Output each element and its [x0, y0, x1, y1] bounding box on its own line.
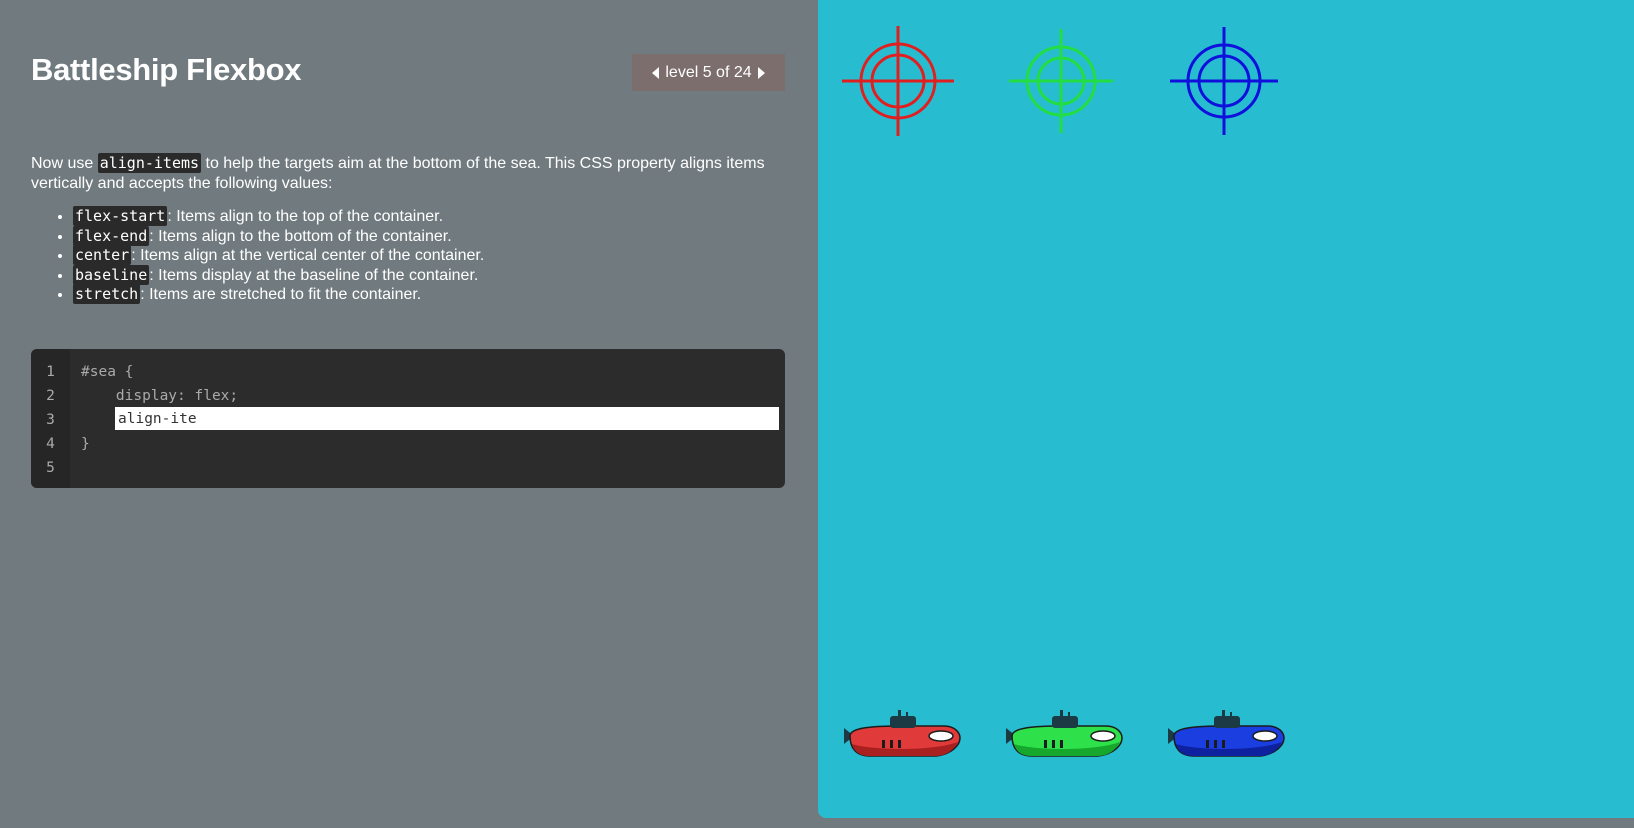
line-number-gutter: 1 2 3 4 5	[31, 349, 70, 488]
blue-submarine-icon	[1168, 710, 1285, 757]
instructions-text: Now use align-items to help the targets …	[31, 153, 791, 305]
blue-target-crosshair-icon	[1170, 27, 1278, 135]
list-item: center: Items align at the vertical cent…	[73, 245, 791, 266]
css-editor: 1 2 3 4 5 #sea { display: flex; }	[31, 349, 785, 488]
level-navigator: level 5 of 24	[632, 54, 785, 91]
css-code-input[interactable]	[115, 407, 779, 430]
line-number: 4	[46, 436, 55, 452]
line-number: 3	[46, 412, 55, 428]
list-item: flex-end: Items align to the bottom of t…	[73, 225, 791, 247]
instructions-panel: Battleship Flexbox level 5 of 24 Now use…	[0, 0, 816, 828]
intro-code: align-items	[97, 153, 202, 173]
sea-board	[818, 0, 1634, 818]
next-level-arrow-icon[interactable]	[757, 66, 765, 79]
previous-level-arrow-icon[interactable]	[652, 66, 660, 79]
list-item: stretch: Items are stretched to fit the …	[73, 284, 791, 305]
line-number: 2	[46, 388, 55, 404]
green-submarine-icon	[1006, 710, 1123, 757]
red-submarine-icon	[844, 710, 961, 757]
intro-paragraph: Now use align-items to help the targets …	[31, 153, 765, 192]
green-target-crosshair-icon	[1009, 29, 1113, 133]
values-list: flex-start: Items align to the top of th…	[31, 206, 791, 305]
line-number: 5	[46, 460, 55, 476]
red-target-crosshair-icon	[842, 26, 954, 136]
code-line-selector: #sea {	[81, 364, 134, 380]
list-item: baseline: Items display at the baseline …	[73, 264, 791, 286]
code-line-close-brace: }	[81, 436, 90, 452]
code-line-display: display: flex;	[81, 388, 239, 404]
page-title: Battleship Flexbox	[31, 52, 302, 87]
level-indicator[interactable]: level 5 of 24	[665, 64, 751, 82]
list-item: flex-start: Items align to the top of th…	[73, 206, 791, 227]
line-number: 1	[46, 364, 55, 380]
